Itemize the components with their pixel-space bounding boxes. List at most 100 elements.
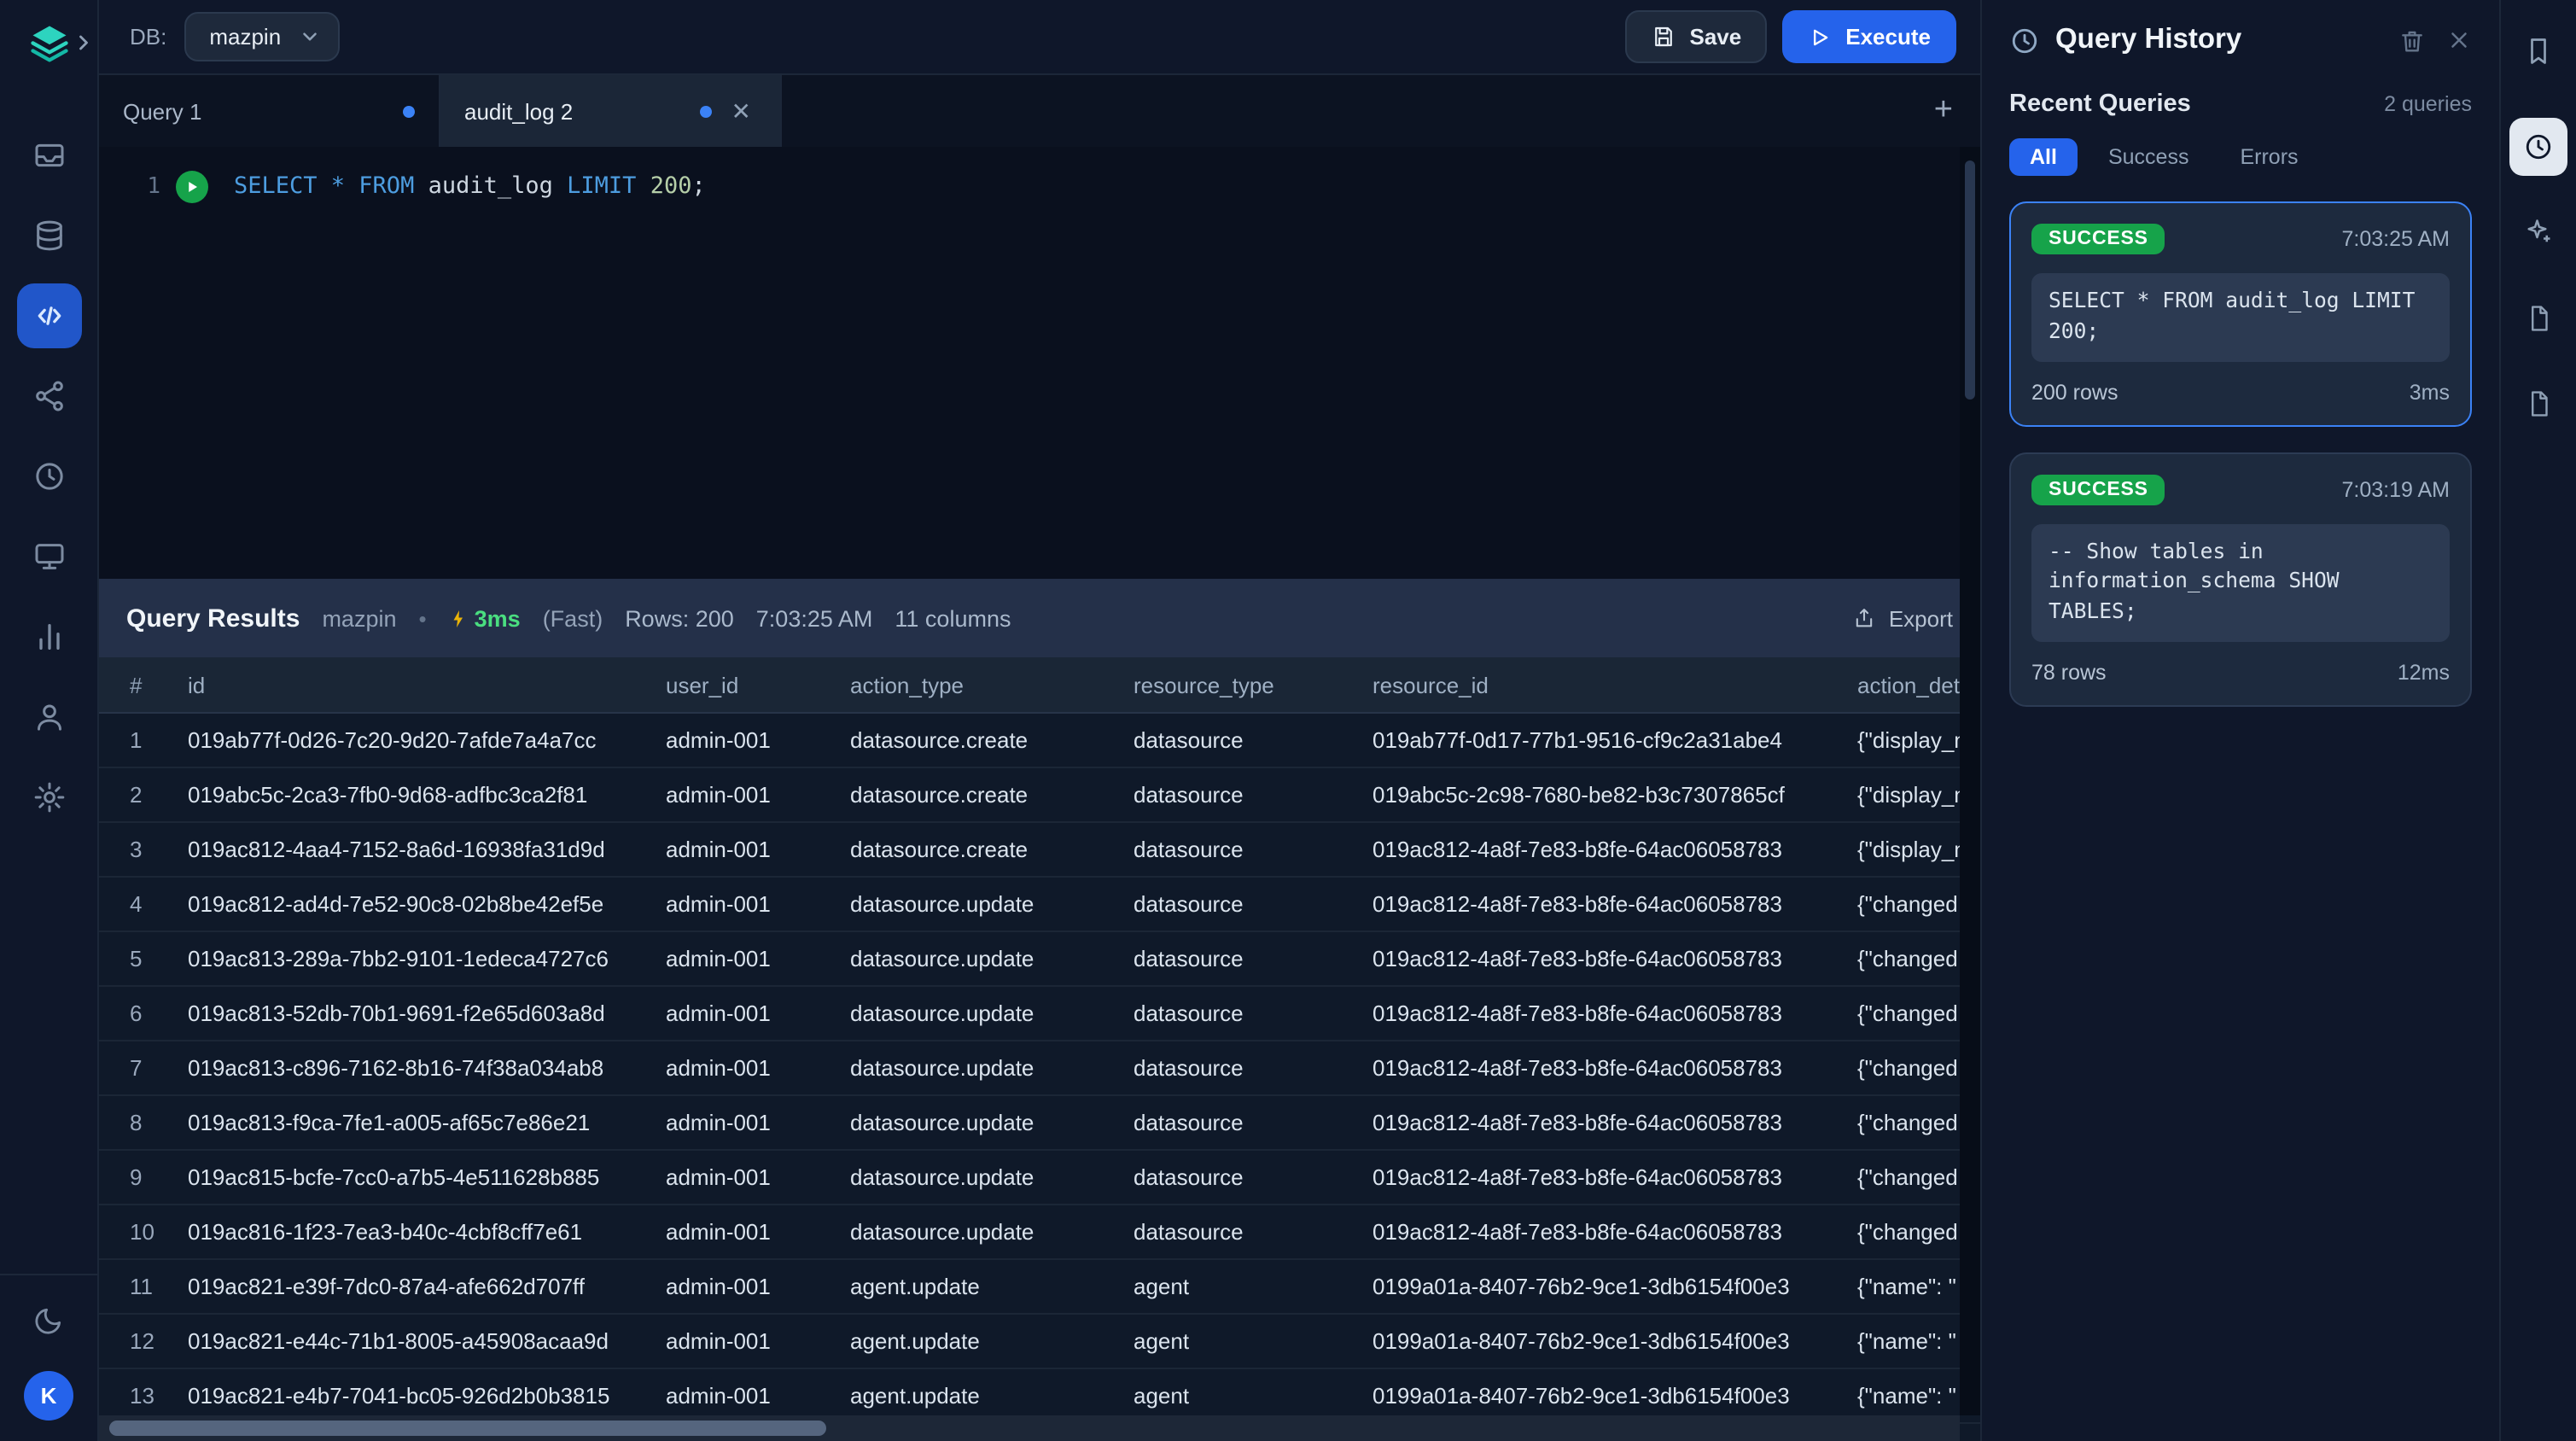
card-row-count: 78 rows	[2031, 661, 2107, 685]
unsaved-dot	[403, 105, 415, 117]
table-row[interactable]: 6019ac813-52db-70b1-9691-f2e65d603a8dadm…	[99, 987, 1980, 1041]
table-row[interactable]: 2019abc5c-2ca3-7fb0-9d68-adfbc3ca2f81adm…	[99, 768, 1980, 823]
table-cell: 6	[130, 1001, 188, 1026]
table-cell: 019ac821-e44c-71b1-8005-a45908acaa9d	[188, 1328, 666, 1354]
table-cell: 4	[130, 891, 188, 917]
table-cell: 3	[130, 837, 188, 862]
run-line-button[interactable]	[176, 170, 208, 202]
clock-icon	[2523, 131, 2554, 162]
table-cell: datasource	[1134, 1055, 1373, 1081]
bookmarks-button[interactable]	[2509, 22, 2567, 80]
table-cell: admin-001	[666, 1219, 850, 1245]
column-header[interactable]: action_type	[850, 672, 1134, 697]
table-cell: 019ac812-4a8f-7e83-b8fe-64ac06058783	[1373, 1055, 1857, 1081]
ai-assistant-button[interactable]	[2509, 203, 2567, 261]
save-button[interactable]: Save	[1625, 10, 1768, 63]
sidebar-item-users[interactable]	[16, 685, 81, 750]
sql-editor[interactable]: 1 SELECT * FROM audit_log LIMIT 200;	[99, 147, 1980, 579]
clear-history-button[interactable]	[2398, 26, 2426, 54]
tab-close-icon[interactable]: ✕	[726, 96, 756, 126]
column-header[interactable]: id	[188, 672, 666, 697]
sidebar-item-sql-editor[interactable]	[16, 283, 81, 348]
column-header[interactable]: resource_type	[1134, 672, 1373, 697]
table-cell: datasource	[1134, 1001, 1373, 1026]
trash-icon	[2398, 26, 2426, 54]
line-number: 1	[99, 173, 160, 199]
sidebar-expand-chevron-icon[interactable]	[72, 31, 96, 55]
card-header: SUCCESS 7:03:19 AM	[2031, 474, 2450, 505]
table-cell: admin-001	[666, 1001, 850, 1026]
history-filter-all[interactable]: All	[2009, 138, 2078, 176]
history-card[interactable]: SUCCESS 7:03:19 AM -- Show tables in inf…	[2009, 452, 2472, 707]
user-avatar[interactable]: K	[24, 1371, 73, 1421]
table-row[interactable]: 1019ab77f-0d26-7c20-9d20-7afde7a4a7ccadm…	[99, 714, 1980, 768]
table-row[interactable]: 3019ac812-4aa4-7152-8a6d-16938fa31d9dadm…	[99, 823, 1980, 878]
sidebar-item-analytics[interactable]	[16, 604, 81, 669]
table-cell: 0199a01a-8407-76b2-9ce1-3db6154f00e3	[1373, 1328, 1857, 1354]
file-icon	[2524, 303, 2553, 332]
close-panel-button[interactable]	[2446, 27, 2472, 53]
unsaved-dot	[701, 105, 713, 117]
table-cell: 019ac812-4a8f-7e83-b8fe-64ac06058783	[1373, 1001, 1857, 1026]
history-filter-errors[interactable]: Errors	[2219, 138, 2318, 176]
column-header[interactable]: resource_id	[1373, 672, 1857, 697]
gear-icon	[32, 780, 66, 814]
sidebar-item-settings[interactable]	[16, 765, 81, 830]
query-history-button[interactable]	[2509, 118, 2567, 176]
table-row[interactable]: 7019ac813-c896-7162-8b16-74f38a034ab8adm…	[99, 1041, 1980, 1096]
history-filter-tabs: All SuccessErrors	[2009, 138, 2472, 176]
table-row[interactable]: 8019ac813-f9ca-7fe1-a005-af65c7e86e21adm…	[99, 1096, 1980, 1151]
db-selector[interactable]: mazpin	[184, 12, 339, 61]
db-label: DB:	[130, 24, 166, 50]
horizontal-scrollbar-thumb[interactable]	[109, 1421, 826, 1436]
horizontal-scrollbar[interactable]	[99, 1415, 1960, 1441]
table-cell: 019abc5c-2ca3-7fb0-9d68-adfbc3ca2f81	[188, 782, 666, 808]
snippets-button[interactable]	[2509, 289, 2567, 347]
topbar: DB: mazpin Save Execute	[99, 0, 1980, 75]
tab-label: Query 1	[123, 98, 202, 124]
table-row[interactable]: 11019ac821-e39f-7dc0-87a4-afe662d707ffad…	[99, 1260, 1980, 1315]
table-row[interactable]: 9019ac815-bcfe-7cc0-a7b5-4e511628b885adm…	[99, 1151, 1980, 1205]
tab-query-1[interactable]: Query 1	[99, 75, 440, 147]
theme-toggle-button[interactable]	[21, 1292, 76, 1347]
vertical-scrollbar-thumb[interactable]	[1965, 160, 1975, 400]
table-cell: 7	[130, 1055, 188, 1081]
sidebar-item-history[interactable]	[16, 444, 81, 509]
table-row[interactable]: 10019ac816-1f23-7ea3-b40c-4cbf8cff7e61ad…	[99, 1205, 1980, 1260]
app-logo-icon[interactable]	[26, 20, 71, 65]
table-cell: datasource	[1134, 891, 1373, 917]
column-header[interactable]: #	[130, 672, 188, 697]
table-cell: 9	[130, 1164, 188, 1190]
logo-row	[0, 20, 97, 65]
lightning-icon	[449, 607, 469, 629]
results-title: Query Results	[126, 604, 300, 633]
execute-label: Execute	[1845, 24, 1931, 50]
table-row[interactable]: 5019ac813-289a-7bb2-9101-1edeca4727c6adm…	[99, 932, 1980, 987]
history-subheader: Recent Queries 2 queries	[2009, 90, 2472, 118]
execute-button[interactable]: Execute	[1782, 10, 1956, 63]
card-row-count: 200 rows	[2031, 380, 2118, 404]
separator-dot: •	[419, 605, 427, 631]
sidebar-item-storage[interactable]	[16, 123, 81, 188]
new-tab-button[interactable]: +	[1934, 92, 1953, 130]
table-cell: 1	[130, 727, 188, 753]
export-button[interactable]: Export	[1853, 605, 1953, 631]
table-cell: 019ac816-1f23-7ea3-b40c-4cbf8cff7e61	[188, 1219, 666, 1245]
table-cell: 019ac812-4aa4-7152-8a6d-16938fa31d9d	[188, 837, 666, 862]
sidebar-item-sessions[interactable]	[16, 524, 81, 589]
column-header[interactable]: user_id	[666, 672, 850, 697]
sidebar-item-connections[interactable]	[16, 364, 81, 429]
history-filter-success[interactable]: Success	[2088, 138, 2210, 176]
table-cell: datasource	[1134, 727, 1373, 753]
history-card[interactable]: SUCCESS 7:03:25 AM SELECT * FROM audit_l…	[2009, 201, 2472, 426]
table-row[interactable]: 12019ac821-e44c-71b1-8005-a45908acaa9dad…	[99, 1315, 1980, 1369]
vertical-scrollbar[interactable]	[1960, 147, 1980, 1415]
table-cell: agent.update	[850, 1328, 1134, 1354]
query-history-panel: Query History Recent Queries 2 queries A…	[1980, 0, 2499, 1441]
table-cell: 2	[130, 782, 188, 808]
table-cell: 0199a01a-8407-76b2-9ce1-3db6154f00e3	[1373, 1274, 1857, 1299]
sidebar-item-databases[interactable]	[16, 203, 81, 268]
saved-queries-button[interactable]	[2509, 374, 2567, 432]
table-row[interactable]: 4019ac812-ad4d-7e52-90c8-02b8be42ef5eadm…	[99, 878, 1980, 932]
tab-audit-log-2[interactable]: audit_log 2 ✕	[440, 75, 782, 147]
